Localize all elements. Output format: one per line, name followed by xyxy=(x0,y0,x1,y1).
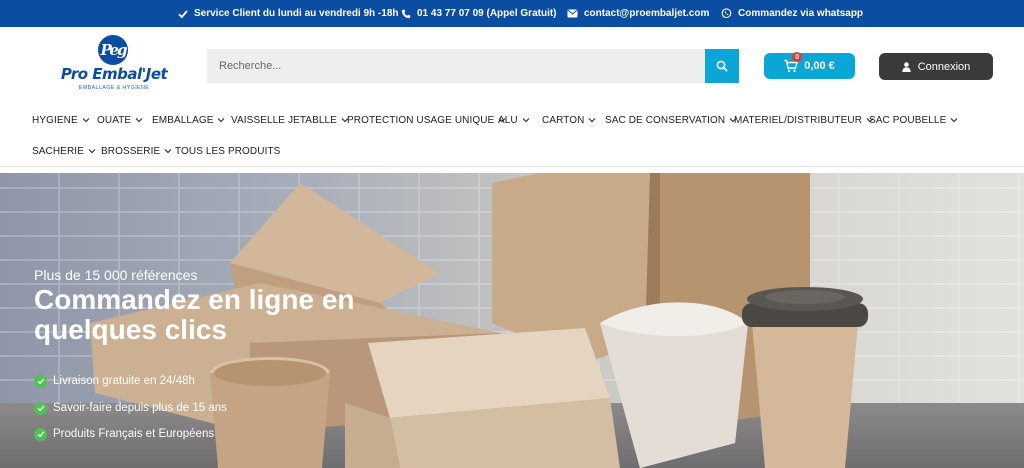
chevron-down-icon xyxy=(88,149,96,154)
cart-icon: 0 xyxy=(784,52,803,73)
nav-item-protection-usage-unique[interactable]: PROTECTION USAGE UNIQUE xyxy=(347,111,506,129)
phone-icon xyxy=(401,9,411,18)
top-info-bar: Service Client du lundi au vendredi 9h -… xyxy=(0,0,1024,27)
hero-benefit: Savoir-faire depuis plus de 15 ans xyxy=(34,400,227,416)
hero-eyebrow: Plus de 15 000 références xyxy=(34,267,198,283)
nav-item-label: EMBALLAGE xyxy=(152,114,214,126)
nav-item-hygiene[interactable]: HYGIENE xyxy=(32,111,90,129)
search-bar xyxy=(207,49,739,83)
whatsapp-link[interactable]: Commandez via whatsapp xyxy=(721,0,863,27)
login-button[interactable]: Connexion xyxy=(879,53,993,80)
logo-mark: Peg xyxy=(98,35,128,65)
phone-text: 01 43 77 07 09 (Appel Gratuit) xyxy=(417,8,557,19)
user-icon xyxy=(902,61,911,72)
logo-tagline: EMBALLAGE & HYGIENE xyxy=(78,85,150,91)
nav-item-brosserie[interactable]: BROSSERIE xyxy=(101,142,172,160)
email-link[interactable]: contact@proembaljet.com xyxy=(567,0,709,27)
chevron-down-icon xyxy=(950,118,958,123)
logo-brand-name: Pro Embal'Jet xyxy=(60,65,168,83)
search-button[interactable] xyxy=(705,49,739,83)
search-input[interactable] xyxy=(207,49,705,83)
cart-amount: 0,00 € xyxy=(804,60,835,72)
chevron-down-icon xyxy=(135,118,143,123)
nav-item-label: CARTON xyxy=(542,114,585,126)
nav-item-label: ALU xyxy=(498,114,518,126)
chevron-down-icon xyxy=(522,118,530,123)
hero-benefit-text: Savoir-faire depuis plus de 15 ans xyxy=(53,402,227,414)
login-label: Connexion xyxy=(917,60,971,73)
site-header: Peg Pro Embal'Jet EMBALLAGE & HYGIENE 0 … xyxy=(0,27,1024,105)
hero-banner: Plus de 15 000 références Commandez en l… xyxy=(0,173,1024,468)
nav-item-tous-les-produits[interactable]: TOUS LES PRODUITS xyxy=(175,142,280,160)
chevron-down-icon xyxy=(218,118,225,123)
envelope-icon xyxy=(567,9,578,18)
nav-item-label: SACHERIE xyxy=(32,145,84,157)
nav-item-label: SAC DE CONSERVATION xyxy=(605,114,726,126)
hero-benefit: Livraison gratuite en 24/48h xyxy=(34,373,195,389)
nav-item-label: MATERIEL/DISTRIBUTEUR xyxy=(734,114,863,126)
main-navigation: HYGIENE OUATE EMBALLAGE VAISSELLE JETABL… xyxy=(0,105,1024,167)
nav-item-label: HYGIENE xyxy=(32,114,78,126)
service-hours-text: Service Client du lundi au vendredi 9h -… xyxy=(194,8,399,19)
service-hours: Service Client du lundi au vendredi 9h -… xyxy=(178,0,399,27)
site-logo[interactable]: Peg Pro Embal'Jet EMBALLAGE & HYGIENE xyxy=(56,35,172,97)
nav-item-sacherie[interactable]: SACHERIE xyxy=(32,142,96,160)
nav-item-label: SAC POUBELLE xyxy=(869,114,947,126)
nav-item-label: BROSSERIE xyxy=(101,145,161,157)
nav-item-label: OUATE xyxy=(97,114,132,126)
check-icon xyxy=(178,9,188,18)
hero-benefit-text: Produits Français et Européens xyxy=(53,428,215,440)
hero-benefit-text: Livraison gratuite en 24/48h xyxy=(53,375,195,387)
cart-button[interactable]: 0 0,00 € xyxy=(764,52,855,79)
check-circle-icon xyxy=(34,374,47,388)
nav-item-emballage[interactable]: EMBALLAGE xyxy=(152,111,225,129)
nav-item-carton[interactable]: CARTON xyxy=(542,111,596,129)
nav-item-materiel-distributeur[interactable]: MATERIEL/DISTRIBUTEUR xyxy=(734,111,874,129)
nav-item-sac-de-conservation[interactable]: SAC DE CONSERVATION xyxy=(605,111,737,129)
whatsapp-text: Commandez via whatsapp xyxy=(738,8,864,19)
nav-item-label: TOUS LES PRODUITS xyxy=(175,145,281,157)
nav-item-ouate[interactable]: OUATE xyxy=(97,111,143,129)
chevron-down-icon xyxy=(164,149,172,154)
check-circle-icon xyxy=(34,427,47,441)
cart-count-badge: 0 xyxy=(792,52,803,62)
whatsapp-icon xyxy=(721,8,732,19)
email-text: contact@proembaljet.com xyxy=(584,8,710,19)
check-circle-icon xyxy=(34,401,47,415)
chevron-down-icon xyxy=(589,118,596,123)
nav-item-vaisselle-jetable[interactable]: VAISSELLE JETABLLE xyxy=(231,111,349,129)
hero-headline: Commandez en ligne en quelques clics xyxy=(34,284,355,345)
nav-item-alu[interactable]: ALU xyxy=(498,111,530,129)
chevron-down-icon xyxy=(82,118,90,123)
phone-link[interactable]: 01 43 77 07 09 (Appel Gratuit) xyxy=(401,0,557,27)
nav-item-label: VAISSELLE JETABLLE xyxy=(231,114,337,126)
nav-item-label: PROTECTION USAGE UNIQUE xyxy=(347,114,495,126)
search-icon xyxy=(716,60,728,72)
hero-benefit: Produits Français et Européens xyxy=(34,426,214,442)
nav-item-sac-poubelle[interactable]: SAC POUBELLE xyxy=(869,111,958,129)
